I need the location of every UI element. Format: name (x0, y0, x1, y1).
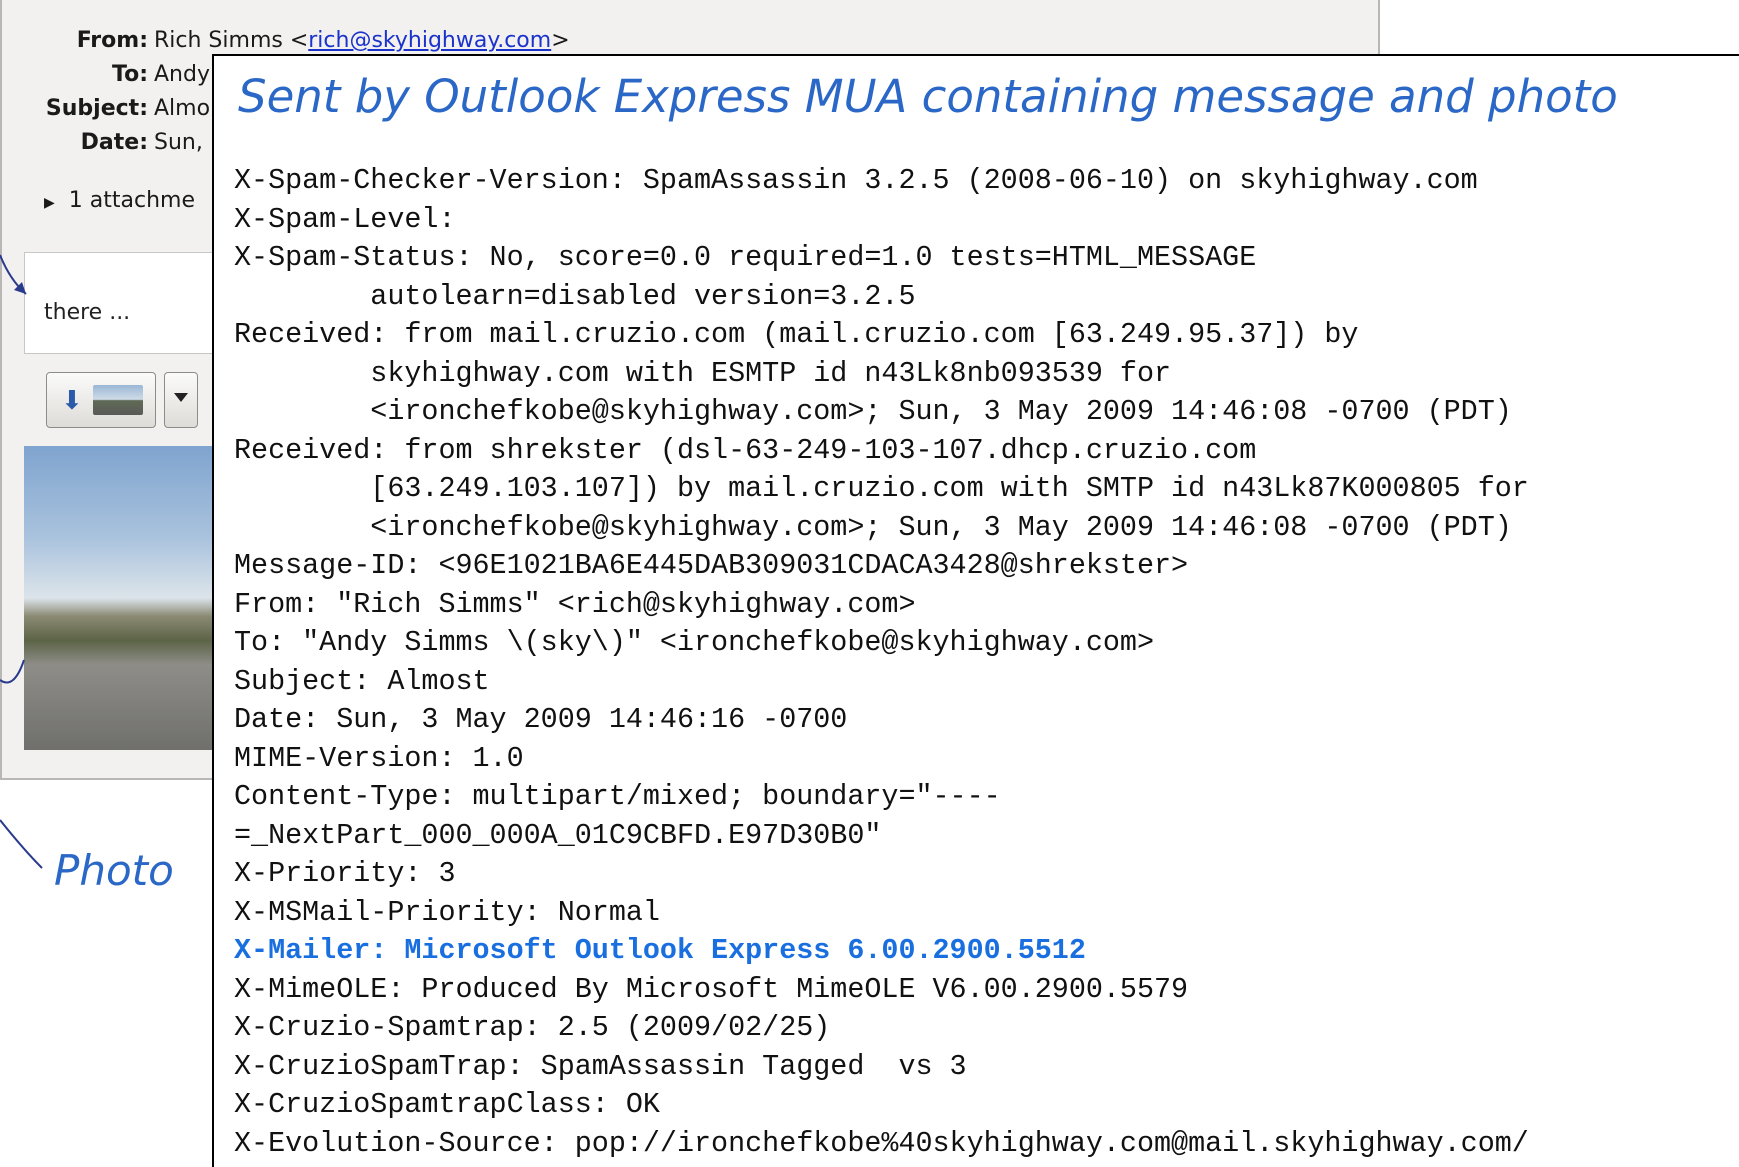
header-line: Received: from shrekster (dsl-63-249-103… (234, 433, 1257, 467)
header-line: =_NextPart_000_000A_01C9CBFD.E97D30B0" (234, 818, 882, 852)
annotation-line-photo-label (0, 819, 43, 869)
panel-title: Sent by Outlook Express MUA containing m… (238, 70, 1618, 123)
header-line: X-Priority: 3 (234, 857, 456, 890)
header-line: X-Cruzio-Spamtrap: 2.5 (2009/02/25) (234, 1011, 831, 1044)
photo-annotation-label: Photo (54, 846, 174, 895)
header-line: Subject: Almost (234, 664, 490, 698)
annotation-arrow-photo (0, 659, 25, 684)
header-line: <ironchefkobe@skyhighway.com>; Sun, 3 Ma… (234, 395, 1512, 428)
header-line: X-CruzioSpamtrapClass: OK (234, 1088, 660, 1121)
header-line: X-Spam-Status: No, score=0.0 required=1.… (234, 241, 1257, 274)
raw-headers-panel: Sent by Outlook Express MUA containing m… (212, 54, 1739, 1167)
header-line: MIME-Version: 1.0 (234, 741, 524, 775)
header-line: X-Spam-Level: (234, 202, 456, 236)
header-line: Date: Sun, 3 May 2009 14:46:16 -0700 (234, 703, 848, 736)
header-line: Content-Type: multipart/mixed; boundary=… (234, 780, 1001, 813)
header-line: autolearn=disabled version=3.2.5 (234, 279, 916, 313)
header-line: X-MimeOLE: Produced By Microsoft MimeOLE… (234, 972, 1189, 1006)
header-line: X-MSMail-Priority: Normal (234, 895, 660, 929)
header-line: X-Evolution-Source: pop://ironchefkobe%4… (234, 1126, 1529, 1160)
header-line: X-CruzioSpamTrap: SpamAssassin Tagged vs… (234, 1049, 967, 1083)
header-line: skyhighway.com with ESMTP id n43Lk8nb093… (234, 356, 1172, 390)
header-line-x-mailer: X-Mailer: Microsoft Outlook Express 6.00… (234, 934, 1086, 967)
header-line: Message-ID: <96E1021BA6E445DAB309031CDAC… (234, 549, 1189, 582)
header-line: <ironchefkobe@skyhighway.com>; Sun, 3 Ma… (234, 510, 1512, 544)
header-line: To: "Andy Simms \(sky\)" <ironchefkobe@s… (234, 626, 1155, 659)
header-line: From: "Rich Simms" <rich@skyhighway.com> (234, 587, 916, 621)
header-lines-list: X-Spam-Checker-Version: SpamAssassin 3.2… (234, 162, 1529, 1163)
header-line: Received: from mail.cruzio.com (mail.cru… (234, 318, 1359, 351)
header-line: [63.249.103.107]) by mail.cruzio.com wit… (234, 472, 1529, 505)
header-line: X-Spam-Checker-Version: SpamAssassin 3.2… (234, 164, 1478, 197)
